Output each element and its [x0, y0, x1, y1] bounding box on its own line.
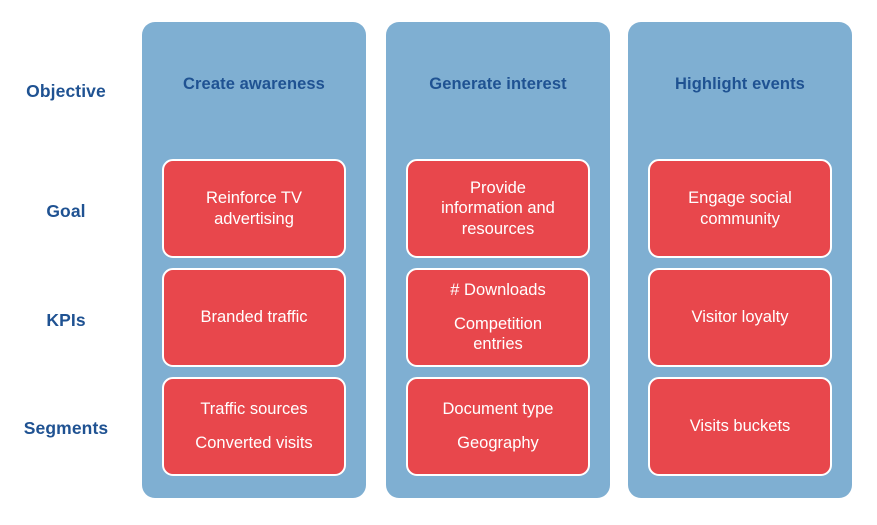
row-label-segments: Segments: [23, 418, 109, 438]
card-segments-generate-interest[interactable]: Document type Geography: [406, 377, 590, 476]
card-text-group: Document type: [443, 399, 554, 420]
card-text-line: Provide: [470, 178, 526, 197]
row-label-kpis: KPIs: [46, 310, 86, 330]
card-text-line: information and: [441, 199, 555, 218]
card-text-line: Visits buckets: [689, 417, 791, 436]
card-text-group: Engage social community: [688, 188, 792, 229]
card-text-group: Reinforce TV advertising: [206, 188, 302, 229]
card-kpis-generate-interest[interactable]: # Downloads Competition entries: [406, 268, 590, 367]
card-text-line: Competition: [453, 314, 543, 333]
card-text-group: Branded traffic: [200, 307, 307, 328]
column-header-generate-interest: Generate interest: [429, 75, 567, 93]
card-goal-create-awareness[interactable]: Reinforce TV advertising: [162, 159, 346, 258]
card-goal-generate-interest[interactable]: Provide information and resources: [406, 159, 590, 258]
card-text-group: Geography: [457, 433, 539, 454]
card-text-line: entries: [473, 335, 523, 354]
card-text-line: community: [700, 209, 780, 228]
card-text-line: Converted visits: [195, 434, 313, 452]
column-highlight-events: Highlight events Engage social community …: [628, 22, 852, 498]
row-label-goal: Goal: [46, 201, 86, 221]
column-header-highlight-events: Highlight events: [675, 75, 805, 93]
column-header-create-awareness: Create awareness: [183, 75, 325, 93]
card-text-line: Reinforce TV: [206, 188, 302, 207]
card-text-group: Competition entries: [454, 314, 542, 355]
card-kpis-highlight-events[interactable]: Visitor loyalty: [648, 268, 832, 367]
card-text-line: Document type: [442, 400, 554, 419]
card-text-line: Branded traffic: [200, 308, 308, 327]
card-stack-highlight-events: Engage social community Visitor loyalty V…: [628, 147, 852, 498]
card-text-line: resources: [461, 219, 535, 238]
measurement-framework-matrix: Objective Goal KPIs Segments Create awar…: [0, 0, 877, 525]
card-text-group: # Downloads: [450, 280, 545, 301]
row-label-column: Objective Goal KPIs Segments: [0, 22, 142, 498]
card-segments-highlight-events[interactable]: Visits buckets: [648, 377, 832, 476]
card-stack-create-awareness: Reinforce TV advertising Branded traffic …: [142, 147, 366, 498]
card-text-line: Traffic sources: [200, 400, 308, 419]
column-generate-interest: Generate interest Provide information and…: [386, 22, 610, 498]
row-label-objective: Objective: [26, 81, 106, 101]
card-text-group: Traffic sources: [200, 399, 307, 420]
card-text-line: # Downloads: [450, 281, 546, 300]
card-text-group: Converted visits: [195, 433, 312, 454]
card-text-group: Provide information and resources: [441, 178, 555, 240]
card-text-line: Visitor loyalty: [691, 308, 789, 327]
card-kpis-create-awareness[interactable]: Branded traffic: [162, 268, 346, 367]
card-text-group: Visitor loyalty: [692, 307, 789, 328]
card-text-line: advertising: [214, 209, 294, 228]
card-text-line: Geography: [457, 434, 539, 452]
card-segments-create-awareness[interactable]: Traffic sources Converted visits: [162, 377, 346, 476]
card-goal-highlight-events[interactable]: Engage social community: [648, 159, 832, 258]
card-text-group: Visits buckets: [690, 416, 791, 437]
card-text-line: Engage social: [688, 188, 792, 207]
column-create-awareness: Create awareness Reinforce TV advertising…: [142, 22, 366, 498]
card-stack-generate-interest: Provide information and resources # Downlo…: [386, 147, 610, 498]
